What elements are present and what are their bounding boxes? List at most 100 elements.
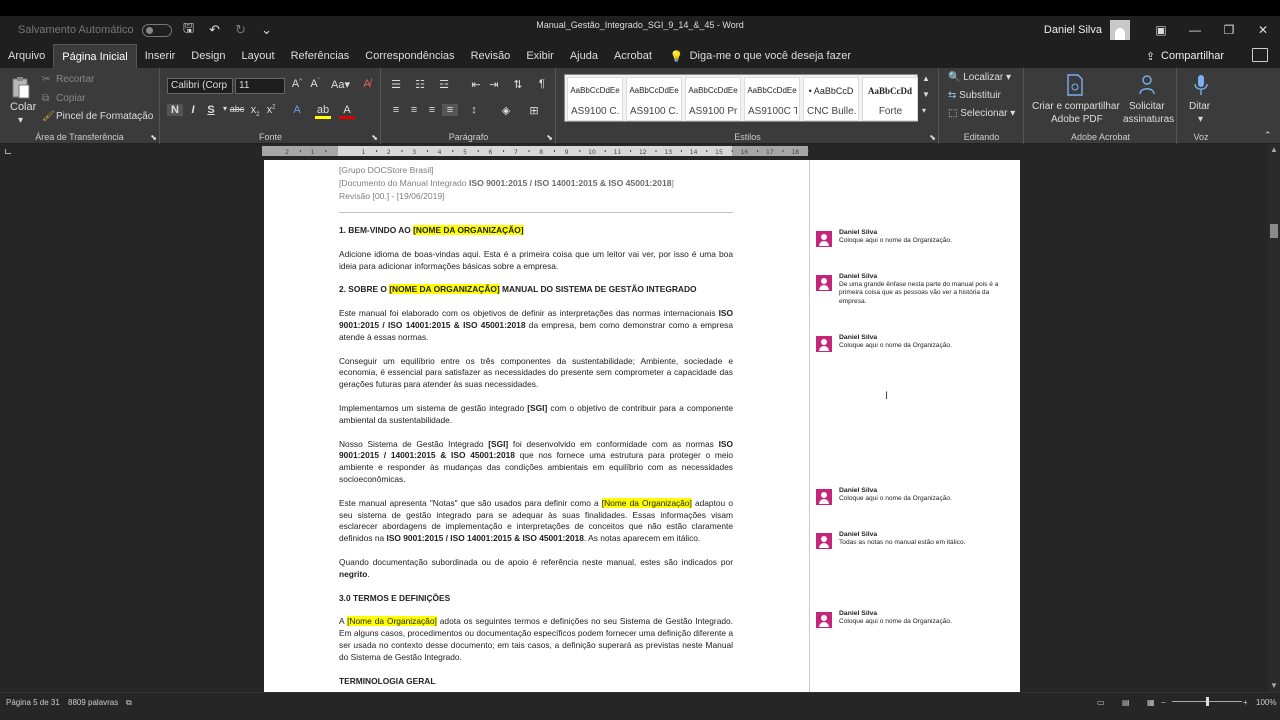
word-count[interactable]: 8809 palavras <box>68 698 118 707</box>
tab-inserir[interactable]: Inserir <box>137 44 184 68</box>
document-page[interactable]: [Grupo DOCStore Brasil] [Documento do Ma… <box>264 160 809 692</box>
text-effects-icon[interactable]: A <box>289 104 305 116</box>
zoom-out-icon[interactable]: − <box>1161 698 1166 707</box>
tab-design[interactable]: Design <box>183 44 233 68</box>
proofing-icon[interactable]: ⧉ <box>126 698 132 708</box>
select-button[interactable]: ⬚ Selecionar ▾ <box>948 108 1015 119</box>
font-color-icon[interactable]: A <box>339 104 355 119</box>
create-pdf-icon[interactable] <box>1065 74 1085 96</box>
restore-icon[interactable]: ❐ <box>1212 23 1246 37</box>
align-center-icon[interactable]: ≡ <box>406 104 422 116</box>
sort-icon[interactable]: ⇅ <box>510 78 526 91</box>
line-spacing-icon[interactable]: ↕ <box>466 104 482 116</box>
web-layout-icon[interactable]: ▦ <box>1147 698 1155 707</box>
multilevel-list-icon[interactable]: ☲ <box>436 78 452 91</box>
user-name[interactable]: Daniel Silva <box>1044 24 1102 36</box>
collapse-ribbon-icon[interactable]: ⌃ <box>1264 130 1272 141</box>
font-launcher-icon[interactable]: ⬊ <box>371 133 378 142</box>
zoom-in-icon[interactable]: + <box>1243 698 1248 707</box>
style-tile[interactable]: AaBbCcDd Forte <box>862 77 918 121</box>
bullets-icon[interactable]: ☰ <box>388 78 404 91</box>
zoom-slider-thumb[interactable] <box>1206 697 1209 706</box>
paste-dropdown-icon[interactable]: ▾ <box>18 115 23 126</box>
scroll-up-icon[interactable]: ▲ <box>1268 144 1280 156</box>
tab-exibir[interactable]: Exibir <box>518 44 562 68</box>
italic-icon[interactable]: I <box>185 104 201 116</box>
tab-layout[interactable]: Layout <box>234 44 283 68</box>
customize-toolbar-icon[interactable]: ⌄ <box>258 22 276 38</box>
tell-me-box[interactable]: 💡 Diga-me o que você deseja fazer <box>670 44 851 68</box>
request-signatures-button[interactable]: Solicitar <box>1129 101 1165 112</box>
tab-acrobat[interactable]: Acrobat <box>606 44 660 68</box>
avatar[interactable] <box>1110 20 1130 40</box>
document-body[interactable]: [Grupo DOCStore Brasil] [Documento do Ma… <box>339 164 733 687</box>
close-icon[interactable]: ✕ <box>1246 23 1280 37</box>
style-tile[interactable]: AaBbCcDdEe AS9100C T... <box>744 77 800 121</box>
subscript-icon[interactable]: x2 <box>247 104 263 118</box>
tab-ajuda[interactable]: Ajuda <box>562 44 606 68</box>
paste-button[interactable]: Colar <box>10 101 36 113</box>
strikethrough-icon[interactable]: abc <box>229 104 245 114</box>
style-tile[interactable]: AaBbCcDdEe AS9100 Pr... <box>685 77 741 121</box>
clipboard-launcher-icon[interactable]: ⬊ <box>150 133 157 142</box>
style-tile[interactable]: AaBbCcDdEe AS9100 C... <box>567 77 623 121</box>
decrease-indent-icon[interactable]: ⇤ <box>468 78 484 91</box>
tab-pagina-inicial[interactable]: Página Inicial <box>53 44 137 68</box>
read-mode-icon[interactable]: ▭ <box>1097 698 1105 707</box>
bold-icon[interactable]: N <box>167 104 183 116</box>
tab-referencias[interactable]: Referências <box>283 44 358 68</box>
grow-font-icon[interactable]: A^ <box>289 78 305 90</box>
increase-indent-icon[interactable]: ⇥ <box>486 78 502 91</box>
superscript-icon[interactable]: x2 <box>263 104 279 116</box>
ribbon-display-icon[interactable]: ▣ <box>1144 23 1178 37</box>
clear-formatting-icon[interactable]: A̸ <box>359 78 375 90</box>
format-painter-button[interactable]: Pincel de Formatação <box>56 111 153 122</box>
autosave-toggle[interactable] <box>141 23 172 37</box>
microphone-icon[interactable] <box>1191 74 1211 96</box>
request-signatures-icon[interactable] <box>1137 74 1157 96</box>
dictate-button[interactable]: Ditar <box>1189 101 1210 112</box>
styles-scroll-up-icon[interactable]: ▲ <box>922 74 930 83</box>
shading-icon[interactable]: ◈ <box>498 104 514 117</box>
page-count[interactable]: Página 5 de 31 <box>6 698 60 707</box>
copy-button[interactable]: Copiar <box>56 93 85 104</box>
shrink-font-icon[interactable]: Aˇ <box>307 78 323 90</box>
zoom-level[interactable]: 100% <box>1256 698 1276 707</box>
styles-launcher-icon[interactable]: ⬊ <box>929 133 936 142</box>
paste-icon[interactable] <box>11 76 31 100</box>
tab-correspondencias[interactable]: Correspondências <box>357 44 462 68</box>
create-share-pdf-button[interactable]: Criar e compartilhar <box>1032 101 1120 112</box>
font-name-combo[interactable]: Calibri (Corp <box>167 78 233 94</box>
style-tile[interactable]: • AaBbCcD CNC Bulle... <box>803 77 859 121</box>
print-layout-icon[interactable]: ▤ <box>1122 698 1130 707</box>
align-left-icon[interactable]: ≡ <box>388 104 404 116</box>
numbering-icon[interactable]: ☷ <box>412 78 428 91</box>
document-canvas[interactable]: [Grupo DOCStore Brasil] [Documento do Ma… <box>0 160 1268 692</box>
change-case-icon[interactable]: Aa▾ <box>331 78 350 91</box>
styles-scroll-down-icon[interactable]: ▼ <box>922 90 930 99</box>
scrollbar-thumb[interactable] <box>1270 224 1278 238</box>
cut-button[interactable]: Recortar <box>56 74 94 85</box>
vertical-scrollbar[interactable]: ▲ ▼ <box>1268 144 1280 692</box>
comments-icon[interactable] <box>1252 48 1268 62</box>
show-marks-icon[interactable]: ¶ <box>534 78 550 90</box>
undo-icon[interactable]: ↶ <box>206 22 224 38</box>
replace-button[interactable]: ⇆ Substituir <box>948 90 1001 101</box>
tab-arquivo[interactable]: Arquivo <box>0 44 53 68</box>
justify-icon[interactable]: ≡ <box>442 104 458 116</box>
styles-more-icon[interactable]: ▾ <box>922 106 926 115</box>
tab-revisao[interactable]: Revisão <box>463 44 519 68</box>
save-icon[interactable]: 🖫 <box>180 19 198 41</box>
highlight-icon[interactable]: ab <box>315 104 331 119</box>
find-button[interactable]: 🔍 Localizar ▾ <box>948 72 1011 83</box>
share-button[interactable]: ⇪ Compartilhar <box>1146 44 1224 68</box>
paragraph-launcher-icon[interactable]: ⬊ <box>546 133 553 142</box>
style-tile[interactable]: AaBbCcDdEe AS9100 C... <box>626 77 682 121</box>
horizontal-ruler[interactable]: 2 1 1 2 3 4 5 6 7 8 9 10 11 12 13 14 15 16 17 18 <box>0 144 1268 160</box>
dictate-dropdown-icon[interactable]: ▾ <box>1198 114 1203 125</box>
scroll-down-icon[interactable]: ▼ <box>1268 680 1280 692</box>
redo-icon[interactable]: ↻ <box>232 22 250 38</box>
borders-icon[interactable]: ⊞ <box>526 104 542 117</box>
align-right-icon[interactable]: ≡ <box>424 104 440 116</box>
minimize-icon[interactable]: — <box>1178 23 1212 37</box>
